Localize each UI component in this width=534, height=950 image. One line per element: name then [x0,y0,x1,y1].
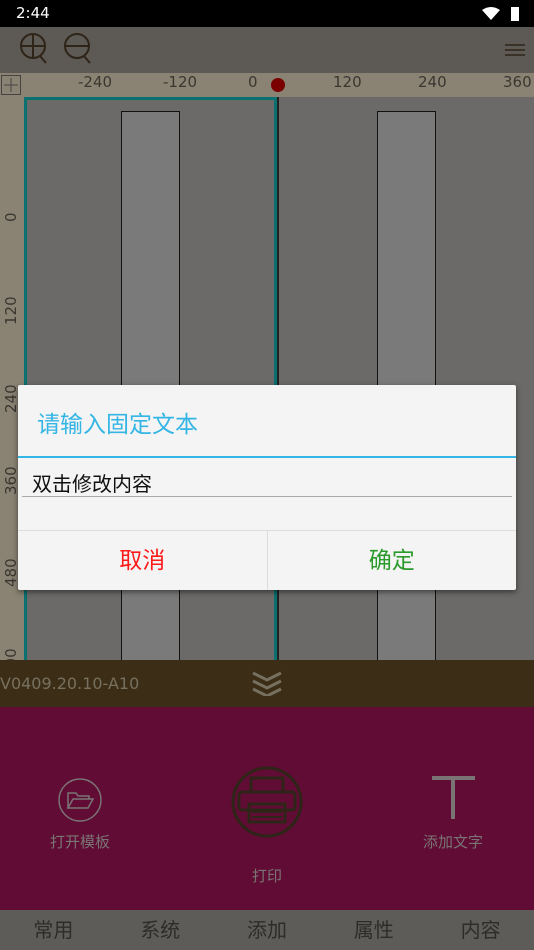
horizontal-ruler: -240 -120 0 120 240 360 [0,73,534,97]
tab-add[interactable]: 添加 [214,910,321,950]
move-icon[interactable] [1,75,21,95]
tab-system[interactable]: 系统 [107,910,214,950]
toolbar [0,27,534,73]
input-dialog: 请输入固定文本 双击修改内容 取消 确定 [18,385,516,590]
text-input[interactable]: 双击修改内容 [22,465,512,497]
version-bar: V0409.20.10-A10 [0,660,534,707]
version-label: V0409.20.10-A10 [0,674,140,693]
add-text-label: 添加文字 [422,833,483,851]
ruler-label: 120 [2,296,20,325]
function-panel: 打开模板 打印 添加文字 [0,707,534,910]
ok-button[interactable]: 确定 [268,531,517,590]
dialog-title: 请输入固定文本 [37,412,198,438]
cancel-button[interactable]: 取消 [18,531,268,590]
title-divider [18,456,516,458]
wifi-battery-icon [482,7,519,21]
text-input-value: 双击修改内容 [32,472,152,496]
status-bar: 2:44 [0,0,534,27]
ruler-label: 120 [333,73,362,91]
ruler-label: -240 [78,73,113,91]
add-text-icon[interactable] [430,775,476,821]
clock: 2:44 [16,4,50,22]
print-icon[interactable] [230,765,304,839]
tab-properties[interactable]: 属性 [320,910,427,950]
ruler-label: -120 [163,73,198,91]
bottom-tab-bar: 常用 系统 添加 属性 内容 [0,910,534,950]
zoom-out-icon[interactable] [64,32,94,66]
origin-marker[interactable] [271,78,285,92]
tab-common[interactable]: 常用 [0,910,107,950]
zoom-in-icon[interactable] [20,32,50,66]
open-template-label: 打开模板 [49,833,110,851]
dialog-buttons: 取消 确定 [18,530,516,590]
ruler-label: 360 [503,73,532,91]
tab-content[interactable]: 内容 [427,910,534,950]
folder-icon [58,778,102,822]
collapse-icon[interactable] [250,670,284,696]
menu-icon[interactable] [505,43,527,57]
ruler-label: 240 [418,73,447,91]
print-label: 打印 [251,867,282,885]
ruler-label: 0 [248,73,258,91]
ruler-label: 0 [2,212,20,222]
